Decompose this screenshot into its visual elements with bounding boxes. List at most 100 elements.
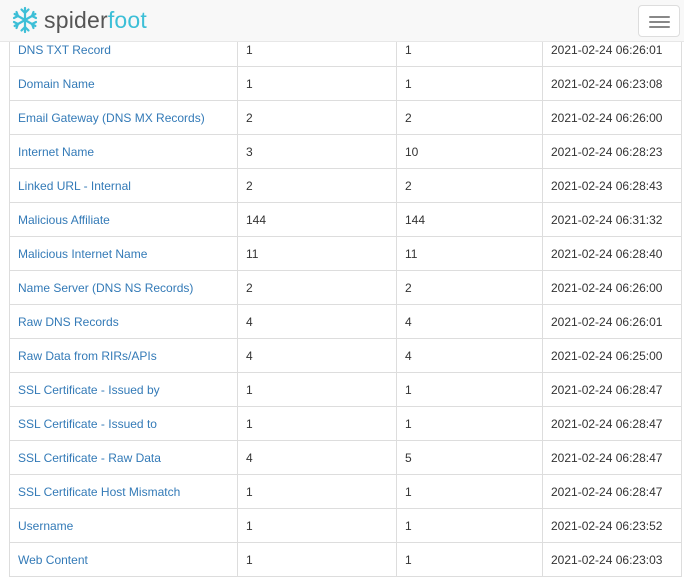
last-data-element-cell: 2021-02-24 06:23:08: [542, 66, 682, 101]
total-data-elements-cell: 2: [396, 270, 543, 305]
total-data-elements-cell: 144: [396, 202, 543, 237]
total-data-elements-cell: 10: [396, 134, 543, 169]
data-type-link[interactable]: DNS TXT Record: [18, 43, 111, 57]
data-type-link[interactable]: Internet Name: [18, 145, 94, 159]
navbar-toggle-button[interactable]: [638, 5, 680, 37]
data-type-link[interactable]: Linked URL - Internal: [18, 179, 131, 193]
hamburger-menu-icon: [649, 16, 670, 18]
last-data-element-cell: 2021-02-24 06:31:32: [542, 202, 682, 237]
total-data-elements-cell: 2: [396, 100, 543, 135]
hamburger-menu-icon-bar: [649, 26, 670, 28]
brand-name: spiderfoot: [44, 6, 147, 34]
last-data-element-cell: 2021-02-24 06:28:47: [542, 406, 682, 441]
data-type-link[interactable]: Raw Data from RIRs/APIs: [18, 349, 157, 363]
data-type-link[interactable]: SSL Certificate - Issued to: [18, 417, 157, 431]
unique-data-elements-cell: 1: [237, 406, 397, 441]
unique-data-elements-cell: 11: [237, 236, 397, 271]
table-row: Email Gateway (DNS MX Records) 2 2 2021-02-…: [9, 100, 682, 135]
data-type-cell: Email Gateway (DNS MX Records): [9, 100, 238, 135]
unique-data-elements-cell: 2: [237, 270, 397, 305]
table-row: SSL Certificate - Issued to 1 1 2021-02-24 …: [9, 406, 682, 441]
data-type-link[interactable]: Email Gateway (DNS MX Records): [18, 111, 205, 125]
hamburger-menu-icon-bar: [649, 21, 670, 23]
unique-data-elements-cell: 4: [237, 304, 397, 339]
total-data-elements-cell: 2: [396, 168, 543, 203]
table-row: Domain Name 1 1 2021-02-24 06:23:08: [9, 66, 682, 101]
total-data-elements-cell: 1: [396, 66, 543, 101]
data-type-link[interactable]: Web Content: [18, 553, 88, 567]
brand-logo[interactable]: spiderfoot: [11, 6, 147, 34]
last-data-element-cell: 2021-02-24 06:28:47: [542, 372, 682, 407]
last-data-element-cell: 2021-02-24 06:28:47: [542, 474, 682, 509]
unique-data-elements-cell: 2: [237, 100, 397, 135]
table-row: Raw Data from RIRs/APIs 4 4 2021-02-24 06:2…: [9, 338, 682, 373]
brand-name-part2: foot: [107, 7, 148, 33]
data-type-link[interactable]: Name Server (DNS NS Records): [18, 281, 193, 295]
unique-data-elements-cell: 1: [237, 508, 397, 543]
total-data-elements-cell: 1: [396, 372, 543, 407]
table-row: Malicious Internet Name 11 11 2021-02-24 06…: [9, 236, 682, 271]
data-type-cell: Internet Name: [9, 134, 238, 169]
last-data-element-cell: 2021-02-24 06:28:40: [542, 236, 682, 271]
last-data-element-cell: 2021-02-24 06:23:52: [542, 508, 682, 543]
total-data-elements-cell: 1: [396, 474, 543, 509]
data-type-cell: SSL Certificate Host Mismatch: [9, 474, 238, 509]
data-type-cell: SSL Certificate - Issued by: [9, 372, 238, 407]
top-navbar: spiderfoot: [0, 0, 684, 42]
data-type-cell: SSL Certificate - Raw Data: [9, 440, 238, 475]
table-row: Raw DNS Records 4 4 2021-02-24 06:26:01: [9, 304, 682, 339]
last-data-element-cell: 2021-02-24 06:28:47: [542, 440, 682, 475]
data-type-link[interactable]: Username: [18, 519, 73, 533]
scan-summary-table-container: DNS TXT Record 1 1 2021-02-24 06:26:01 Domai…: [9, 32, 682, 577]
table-row: Linked URL - Internal 2 2 2021-02-24 06:28:…: [9, 168, 682, 203]
table-row: Web Content 1 1 2021-02-24 06:23:03: [9, 542, 682, 577]
unique-data-elements-cell: 4: [237, 440, 397, 475]
unique-data-elements-cell: 3: [237, 134, 397, 169]
data-type-link[interactable]: Domain Name: [18, 77, 95, 91]
table-row: Username 1 1 2021-02-24 06:23:52: [9, 508, 682, 543]
data-type-link[interactable]: Raw DNS Records: [18, 315, 119, 329]
last-data-element-cell: 2021-02-24 06:28:43: [542, 168, 682, 203]
last-data-element-cell: 2021-02-24 06:26:00: [542, 270, 682, 305]
table-row: Malicious Affiliate 144 144 2021-02-24 06:3…: [9, 202, 682, 237]
unique-data-elements-cell: 4: [237, 338, 397, 373]
last-data-element-cell: 2021-02-24 06:26:00: [542, 100, 682, 135]
last-data-element-cell: 2021-02-24 06:23:03: [542, 542, 682, 577]
data-type-link[interactable]: SSL Certificate - Issued by: [18, 383, 160, 397]
scan-summary-table: DNS TXT Record 1 1 2021-02-24 06:26:01 Domai…: [9, 32, 682, 577]
unique-data-elements-cell: 1: [237, 474, 397, 509]
data-type-cell: Malicious Affiliate: [9, 202, 238, 237]
total-data-elements-cell: 4: [396, 304, 543, 339]
unique-data-elements-cell: 1: [237, 66, 397, 101]
total-data-elements-cell: 5: [396, 440, 543, 475]
data-type-link[interactable]: SSL Certificate - Raw Data: [18, 451, 161, 465]
unique-data-elements-cell: 2: [237, 168, 397, 203]
data-type-cell: Raw DNS Records: [9, 304, 238, 339]
table-row: SSL Certificate - Issued by 1 1 2021-02-24 …: [9, 372, 682, 407]
last-data-element-cell: 2021-02-24 06:26:01: [542, 304, 682, 339]
total-data-elements-cell: 1: [396, 406, 543, 441]
data-type-cell: Raw Data from RIRs/APIs: [9, 338, 238, 373]
table-row: Internet Name 3 10 2021-02-24 06:28:23: [9, 134, 682, 169]
data-type-cell: Web Content: [9, 542, 238, 577]
data-type-link[interactable]: SSL Certificate Host Mismatch: [18, 485, 180, 499]
data-type-cell: Malicious Internet Name: [9, 236, 238, 271]
total-data-elements-cell: 1: [396, 508, 543, 543]
table-row: Name Server (DNS NS Records) 2 2 2021-02-24…: [9, 270, 682, 305]
last-data-element-cell: 2021-02-24 06:28:23: [542, 134, 682, 169]
data-type-cell: Name Server (DNS NS Records): [9, 270, 238, 305]
data-type-link[interactable]: Malicious Affiliate: [18, 213, 110, 227]
data-type-cell: Domain Name: [9, 66, 238, 101]
data-type-cell: Linked URL - Internal: [9, 168, 238, 203]
brand-name-part1: spider: [44, 7, 108, 33]
table-row: SSL Certificate - Raw Data 4 5 2021-02-24 0…: [9, 440, 682, 475]
data-type-link[interactable]: Malicious Internet Name: [18, 247, 147, 261]
table-body: DNS TXT Record 1 1 2021-02-24 06:26:01 Domai…: [9, 32, 682, 577]
total-data-elements-cell: 4: [396, 338, 543, 373]
data-type-cell: SSL Certificate - Issued to: [9, 406, 238, 441]
total-data-elements-cell: 1: [396, 542, 543, 577]
unique-data-elements-cell: 144: [237, 202, 397, 237]
last-data-element-cell: 2021-02-24 06:25:00: [542, 338, 682, 373]
unique-data-elements-cell: 1: [237, 542, 397, 577]
total-data-elements-cell: 11: [396, 236, 543, 271]
